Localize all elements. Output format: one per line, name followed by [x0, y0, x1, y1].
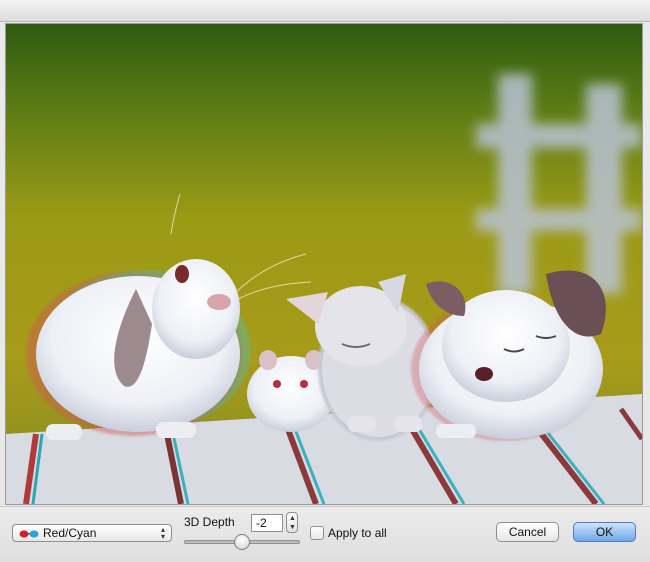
depth-value-field[interactable]: -2 — [251, 514, 283, 532]
red-cyan-glasses-icon — [19, 528, 39, 538]
apply-to-all-label[interactable]: Apply to all — [328, 526, 387, 540]
ok-button[interactable]: OK — [573, 522, 636, 542]
stepper-up-icon[interactable]: ▲ — [289, 515, 296, 522]
depth-slider-thumb[interactable] — [234, 534, 250, 550]
cancel-button[interactable]: Cancel — [496, 522, 559, 542]
select-updown-icon: ▴ ▾ — [160, 525, 165, 541]
preview-image — [6, 24, 642, 504]
window-titlebar[interactable] — [0, 0, 650, 22]
anaglyph-preview — [5, 23, 643, 505]
depth-label: 3D Depth — [184, 515, 235, 529]
anaglyph-mode-value: Red/Cyan — [43, 526, 97, 540]
depth-stepper[interactable]: ▲ ▼ — [286, 512, 298, 533]
apply-to-all-checkbox[interactable] — [310, 526, 324, 540]
anaglyph-mode-select[interactable]: Red/Cyan ▴ ▾ — [12, 524, 172, 542]
dialog-controls-bar: Red/Cyan ▴ ▾ 3D Depth -2 ▲ ▼ Apply to all… — [0, 506, 650, 562]
stepper-down-icon[interactable]: ▼ — [289, 524, 296, 531]
